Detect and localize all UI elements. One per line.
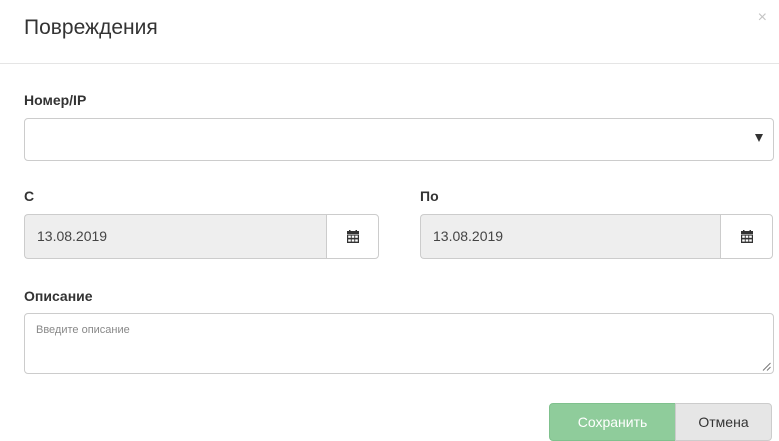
description-textarea[interactable]: Введите описание [24, 313, 774, 374]
date-from-input[interactable]: 13.08.2019 [24, 214, 326, 259]
date-to-input[interactable]: 13.08.2019 [420, 214, 720, 259]
description-placeholder: Введите описание [36, 324, 130, 336]
calendar-icon [346, 230, 359, 243]
number-ip-label: Номер/IP [24, 92, 87, 108]
modal-header: Повреждения × [0, 0, 779, 64]
date-to-calendar-button[interactable] [720, 214, 773, 259]
date-from-label: С [24, 188, 35, 204]
calendar-icon [740, 230, 753, 243]
date-from-calendar-button[interactable] [326, 214, 379, 259]
number-ip-select[interactable] [24, 118, 774, 161]
date-to-label: По [420, 188, 439, 204]
modal-title: Повреждения [24, 16, 158, 39]
damage-modal: Повреждения × Номер/IP С 13.08.2019 По 1… [0, 0, 779, 441]
date-to-group: 13.08.2019 [420, 214, 773, 259]
dropdown-arrow-icon [755, 134, 763, 142]
resize-grip-icon[interactable] [762, 362, 771, 371]
description-label: Описание [24, 288, 93, 304]
date-from-group: 13.08.2019 [24, 214, 379, 259]
close-icon[interactable]: × [758, 10, 767, 26]
save-button[interactable]: Сохранить [549, 403, 676, 441]
cancel-button[interactable]: Отмена [675, 403, 772, 441]
